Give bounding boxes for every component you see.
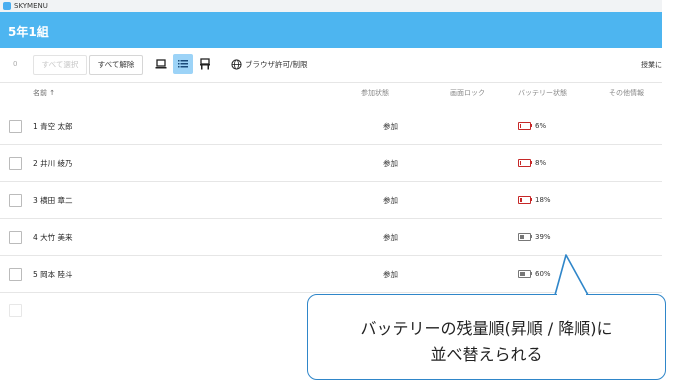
battery-icon (518, 122, 531, 130)
callout-text-line2: 並べ替えられる (430, 345, 543, 364)
battery-nub (531, 161, 532, 164)
column-header-battery[interactable]: バッテリー状態 (518, 88, 567, 98)
battery-icon (518, 270, 531, 278)
battery-icon (518, 159, 531, 167)
student-name: 5 岡本 陸斗 (33, 270, 73, 279)
seat-view-button[interactable] (195, 54, 215, 74)
battery-nub (531, 124, 532, 127)
battery-nub (531, 272, 532, 275)
battery-nub (531, 235, 532, 238)
table-row[interactable]: 2 井川 綾乃 参加 8% (0, 145, 662, 182)
battery-status: 18% (518, 195, 568, 205)
laptop-view-button[interactable] (151, 54, 171, 74)
battery-status: 60% (518, 269, 568, 279)
student-name: 2 井川 綾乃 (33, 159, 73, 168)
callout-box: バッテリーの残量順(昇順 / 降順)に 並べ替えられる (307, 294, 666, 380)
deselect-all-button[interactable]: すべて解除 (89, 55, 143, 75)
battery-status: 8% (518, 158, 568, 168)
row-checkbox[interactable] (9, 157, 22, 170)
laptop-icon (155, 59, 167, 69)
table-row[interactable]: 3 横田 章二 参加 18% (0, 182, 662, 219)
app-window: SKYMENU 5年1組 0 すべて選択 すべて解除 ブラウザ許可/制限 授業に… (0, 0, 662, 320)
participation-status: 参加 (383, 233, 398, 242)
row-checkbox[interactable] (9, 194, 22, 207)
column-header-screen-lock[interactable]: 画面ロック (450, 88, 485, 98)
table-row[interactable]: 1 青空 太郎 参加 6% (0, 108, 662, 145)
list-view-button[interactable] (173, 54, 193, 74)
participation-status: 参加 (383, 122, 398, 131)
column-header-participation[interactable]: 参加状態 (361, 88, 389, 98)
battery-icon (518, 196, 531, 204)
battery-percent: 39% (535, 233, 551, 241)
battery-percent: 8% (535, 159, 547, 167)
app-name: SKYMENU (14, 2, 48, 10)
select-all-button[interactable]: すべて選択 (33, 55, 87, 75)
toolbar: 0 すべて選択 すべて解除 ブラウザ許可/制限 授業に (0, 48, 662, 83)
selected-count: 0 (13, 60, 18, 68)
row-checkbox[interactable] (9, 231, 22, 244)
table-row[interactable]: 4 大竹 美来 参加 39% (0, 219, 662, 256)
battery-percent: 6% (535, 122, 547, 130)
battery-icon (518, 233, 531, 241)
row-checkbox[interactable] (9, 268, 22, 281)
browser-permission-label: ブラウザ許可/制限 (245, 60, 308, 69)
class-title: 5年1組 (8, 25, 49, 39)
battery-status: 6% (518, 121, 568, 131)
callout-text-line1: バッテリーの残量順(昇順 / 降順)に (360, 319, 613, 338)
battery-nub (531, 198, 532, 201)
battery-percent: 60% (535, 270, 551, 278)
row-checkbox[interactable] (9, 120, 22, 133)
column-header-name[interactable]: 名前 ↑ (33, 88, 55, 98)
desk-icon (200, 58, 210, 70)
participation-status: 参加 (383, 196, 398, 205)
table-row[interactable]: 5 岡本 陸斗 参加 60% (0, 256, 662, 293)
row-checkbox[interactable] (9, 304, 22, 317)
student-name: 3 横田 章二 (33, 196, 73, 205)
student-name: 1 青空 太郎 (33, 122, 73, 131)
student-name: 4 大竹 美来 (33, 233, 73, 242)
participation-status: 参加 (383, 159, 398, 168)
app-logo-icon (3, 2, 11, 10)
battery-percent: 18% (535, 196, 551, 204)
column-header-other-info[interactable]: その他情報 (609, 88, 644, 98)
lesson-menu-label[interactable]: 授業に (641, 60, 662, 70)
list-icon (178, 60, 188, 68)
globe-icon (231, 59, 242, 70)
battery-status: 39% (518, 232, 568, 242)
participation-status: 参加 (383, 270, 398, 279)
class-header: 5年1組 (0, 12, 662, 48)
